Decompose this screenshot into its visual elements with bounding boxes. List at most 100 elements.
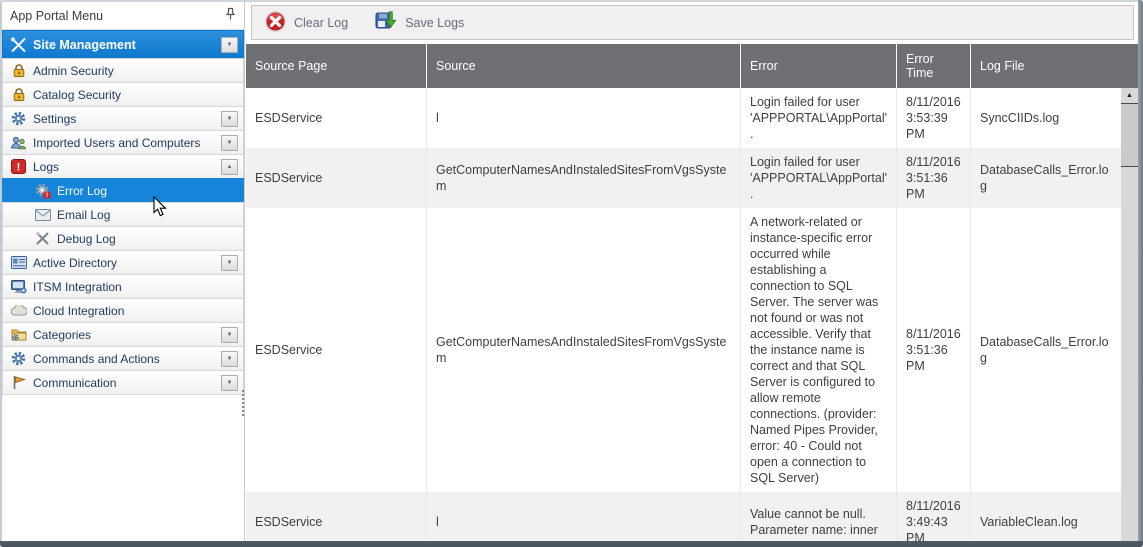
save-logs-label: Save Logs <box>405 16 464 30</box>
sidebar: App Portal Menu Site Management▼Admin Se… <box>2 2 245 541</box>
cell-source: l <box>427 88 741 148</box>
cloud-icon <box>10 302 27 319</box>
log-table-row[interactable]: ESDServicelLogin failed for user 'APPPOR… <box>246 88 1121 148</box>
debug-tools-icon <box>34 230 51 247</box>
gear-icon <box>10 350 27 367</box>
pin-icon[interactable] <box>225 7 236 24</box>
sidebar-item-debug-log[interactable]: Debug Log <box>2 226 244 251</box>
users-icon <box>10 134 27 151</box>
clear-log-button[interactable]: Clear Log <box>264 10 348 36</box>
window-frame-top <box>0 0 1143 2</box>
cell-log-file: DatabaseCalls_Error.log <box>971 208 1121 492</box>
save-logs-button[interactable]: Save Logs <box>374 9 464 36</box>
sidebar-item-catalog-security[interactable]: Catalog Security <box>2 82 244 107</box>
sidebar-item-site-management[interactable]: Site Management▼ <box>2 30 244 59</box>
scrollbar-thumb[interactable] <box>1121 104 1138 167</box>
expand-arrow-button[interactable]: ▼ <box>221 255 238 271</box>
cell-log-file: VariableClean.log <box>971 492 1121 541</box>
sidebar-item-itsm-integration[interactable]: ITSM Integration <box>2 274 244 299</box>
flag-icon <box>10 374 27 391</box>
cell-error: A network-related or instance-specific e… <box>741 208 897 492</box>
cell-log-file: DatabaseCalls_Error.log <box>971 148 1121 208</box>
sidebar-header: App Portal Menu <box>2 2 244 30</box>
directory-card-icon <box>10 254 27 271</box>
expand-arrow-button[interactable]: ▼ <box>221 37 238 53</box>
sidebar-title: App Portal Menu <box>10 9 225 23</box>
cell-source-page: ESDService <box>246 88 427 148</box>
gear-error-icon: ! <box>34 182 51 199</box>
log-table-row[interactable]: ESDServiceGetComputerNamesAndInstaledSit… <box>246 208 1121 492</box>
error-log-table: ESDServicelLogin failed for user 'APPPOR… <box>246 88 1121 541</box>
sidebar-item-label: Site Management <box>33 38 221 52</box>
column-header-error[interactable]: Error <box>741 44 897 88</box>
cell-source: GetComputerNamesAndInstaledSitesFromVgsS… <box>427 148 741 208</box>
sidebar-item-label: Catalog Security <box>33 88 243 102</box>
window-frame-left <box>0 0 2 547</box>
column-header-source[interactable]: Source <box>427 44 741 88</box>
lock-icon <box>10 86 27 103</box>
window-frame-right <box>1138 0 1143 547</box>
main-panel: Clear Log Save Logs Source PageSourceErr… <box>246 2 1138 541</box>
cell-source-page: ESDService <box>246 148 427 208</box>
sidebar-item-label: Active Directory <box>33 256 221 270</box>
cell-error-time: 8/11/2016 3:51:36 PM <box>897 208 971 492</box>
save-logs-icon <box>374 9 398 36</box>
clear-log-icon <box>264 10 287 36</box>
column-header-source-page[interactable]: Source Page <box>246 44 427 88</box>
sidebar-item-label: Settings <box>33 112 221 126</box>
cell-source: GetComputerNamesAndInstaledSitesFromVgsS… <box>427 208 741 492</box>
sidebar-item-commands-and-actions[interactable]: Commands and Actions▼ <box>2 346 244 371</box>
sidebar-item-logs[interactable]: ! Logs▲ <box>2 154 244 179</box>
sidebar-item-label: Email Log <box>57 208 243 222</box>
sidebar-item-label: Imported Users and Computers <box>33 136 221 150</box>
sidebar-item-error-log[interactable]: ! Error Log <box>2 178 244 203</box>
expand-arrow-button[interactable]: ▼ <box>221 111 238 127</box>
window-frame-bottom <box>0 541 1143 547</box>
app-portal-window: App Portal Menu Site Management▼Admin Se… <box>0 0 1143 547</box>
sidebar-item-label: Admin Security <box>33 64 243 78</box>
sidebar-item-label: Categories <box>33 328 221 342</box>
expand-arrow-button[interactable]: ▼ <box>221 375 238 391</box>
expand-arrow-button[interactable]: ▼ <box>221 135 238 151</box>
clear-log-label: Clear Log <box>294 16 348 30</box>
cell-source: l <box>427 492 741 541</box>
cell-error: Login failed for user 'APPPORTAL\AppPort… <box>741 148 897 208</box>
sidebar-resize-grip[interactable] <box>242 390 245 416</box>
sidebar-item-cloud-integration[interactable]: Cloud Integration <box>2 298 244 323</box>
sidebar-item-label: Commands and Actions <box>33 352 221 366</box>
sidebar-item-settings[interactable]: Settings▼ <box>2 106 244 131</box>
cell-source-page: ESDService <box>246 208 427 492</box>
folder-icon <box>10 326 27 343</box>
sidebar-item-active-directory[interactable]: Active Directory▼ <box>2 250 244 275</box>
sidebar-item-label: Error Log <box>57 184 243 198</box>
expand-arrow-button[interactable]: ▼ <box>221 327 238 343</box>
column-header-error-time[interactable]: Error Time <box>897 44 971 88</box>
sidebar-item-imported-users-and-computers[interactable]: Imported Users and Computers▼ <box>2 130 244 155</box>
vertical-scrollbar[interactable]: ▲ <box>1121 88 1138 541</box>
sidebar-item-label: Cloud Integration <box>33 304 243 318</box>
email-icon <box>34 206 51 223</box>
table-header: Source PageSourceErrorError TimeLog File <box>246 44 1138 88</box>
scroll-up-arrow-icon[interactable]: ▲ <box>1121 88 1138 104</box>
cell-error-time: 8/11/2016 3:51:36 PM <box>897 148 971 208</box>
expand-arrow-button[interactable]: ▼ <box>221 351 238 367</box>
cell-error-time: 8/11/2016 3:49:43 PM <box>897 492 971 541</box>
sidebar-item-label: Logs <box>33 160 221 174</box>
lock-icon <box>10 62 27 79</box>
sidebar-item-label: Debug Log <box>57 232 243 246</box>
sidebar-item-label: ITSM Integration <box>33 280 243 294</box>
log-table-row[interactable]: ESDServicelValue cannot be null. Paramet… <box>246 492 1121 541</box>
cell-error: Login failed for user 'APPPORTAL\AppPort… <box>741 88 897 148</box>
sidebar-item-admin-security[interactable]: Admin Security <box>2 58 244 83</box>
cell-error: Value cannot be null. Parameter name: in… <box>741 492 897 541</box>
error-badge-icon: ! <box>10 158 27 175</box>
collapse-arrow-button[interactable]: ▲ <box>221 159 238 175</box>
sidebar-item-communication[interactable]: Communication▼ <box>2 370 244 395</box>
column-header-log-file[interactable]: Log File <box>971 44 1138 88</box>
cell-source-page: ESDService <box>246 492 427 541</box>
sidebar-item-email-log[interactable]: Email Log <box>2 202 244 227</box>
log-toolbar: Clear Log Save Logs <box>251 5 1134 40</box>
cell-error-time: 8/11/2016 3:53:39 PM <box>897 88 971 148</box>
log-table-row[interactable]: ESDServiceGetComputerNamesAndInstaledSit… <box>246 148 1121 208</box>
sidebar-item-categories[interactable]: Categories▼ <box>2 322 244 347</box>
